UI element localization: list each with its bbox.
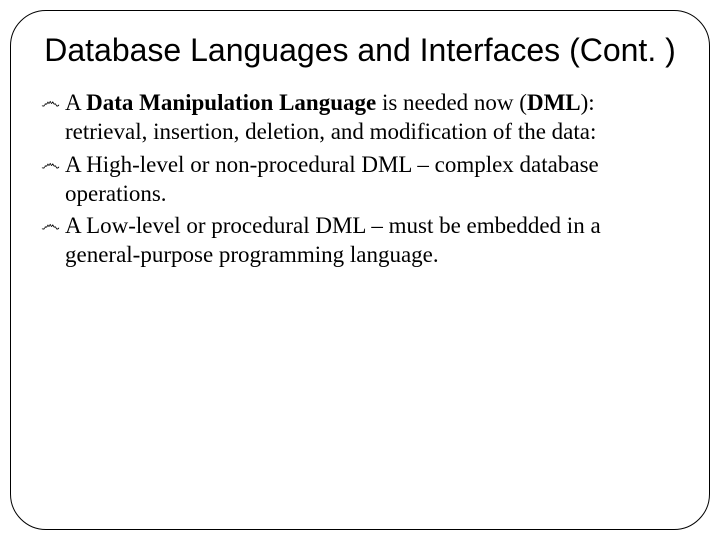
list-item: ෴ A Low-level or procedural DML – must b…: [41, 212, 679, 270]
bullet-icon: ෴: [41, 92, 60, 112]
list-item: ෴ A Data Manipulation Language is needed…: [41, 89, 679, 147]
text-lead: A Low-level or procedural DML – must be …: [65, 213, 601, 267]
list-item: ෴ A High-level or non-procedural DML – c…: [41, 151, 679, 209]
bullet-icon: ෴: [41, 154, 60, 174]
text-bold2: DML: [527, 90, 581, 115]
bullet-icon: ෴: [41, 215, 60, 235]
text-lead: A: [65, 90, 86, 115]
slide-body: ෴ A Data Manipulation Language is needed…: [41, 89, 679, 270]
text-lead: A High-level or non-procedural DML – com…: [65, 152, 599, 206]
text-mid: is needed now (: [376, 90, 527, 115]
slide-frame: Database Languages and Interfaces (Cont.…: [10, 10, 710, 530]
text-bold: Data Manipulation Language: [86, 90, 376, 115]
slide-title: Database Languages and Interfaces (Cont.…: [41, 31, 679, 69]
